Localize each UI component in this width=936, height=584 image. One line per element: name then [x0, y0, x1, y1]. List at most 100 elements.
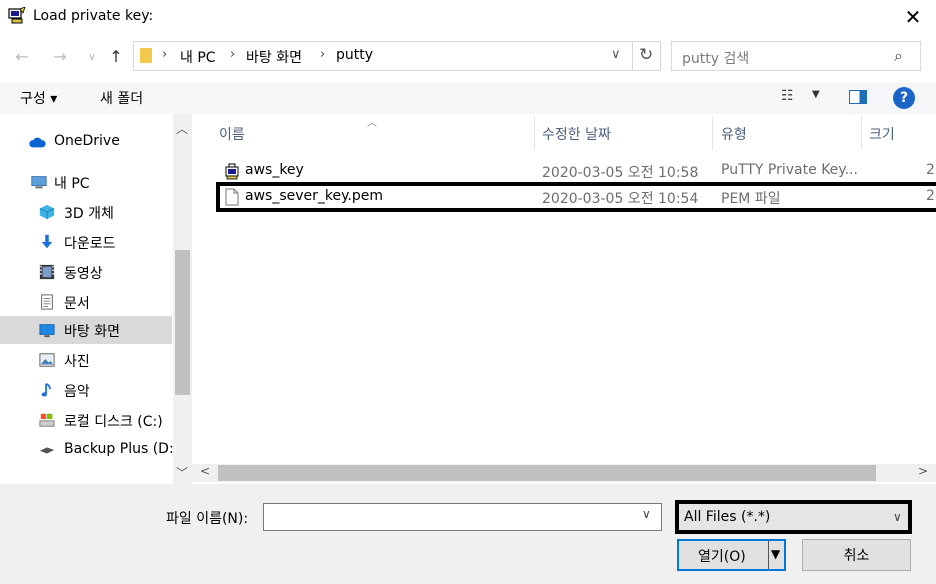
caret-down-icon[interactable]: ▼: [771, 547, 780, 561]
sidebar-item-3d-objects[interactable]: 3D 개체: [0, 198, 172, 226]
arrow-left-icon: ←: [15, 46, 29, 66]
document-icon: [41, 294, 53, 310]
file-name: aws_sever_key.pem: [245, 188, 383, 204]
organize-button[interactable]: 구성 ▾: [20, 88, 57, 108]
cancel-button[interactable]: 취소: [802, 539, 911, 571]
preview-pane-icon[interactable]: [849, 90, 867, 104]
sidebar-item-documents[interactable]: 문서: [0, 288, 172, 316]
caret-down-icon[interactable]: ▼: [812, 89, 820, 100]
close-button[interactable]: ✕: [896, 2, 930, 32]
sidebar-item-label: 동영상: [64, 266, 103, 282]
toolbar: 구성 ▾ 새 폴더 ☷ ▼ ?: [0, 82, 936, 114]
open-button-label: 열기(O): [698, 549, 746, 565]
sidebar-item-label: 문서: [64, 296, 90, 312]
scrollbar-thumb[interactable]: [218, 465, 876, 481]
column-header-size[interactable]: 크기: [869, 124, 895, 144]
breadcrumb-this-pc[interactable]: 내 PC: [180, 47, 216, 67]
breadcrumb-desktop[interactable]: 바탕 화면: [246, 47, 302, 67]
sidebar-item-downloads[interactable]: 다운로드: [0, 228, 172, 256]
breadcrumb-putty[interactable]: putty: [336, 47, 373, 63]
desktop-icon: [39, 324, 55, 338]
putty-key-icon: [225, 163, 239, 180]
sort-ascending-icon: ︿: [367, 118, 377, 129]
filename-field[interactable]: [263, 503, 662, 531]
sidebar-item-label: 음악: [64, 384, 90, 400]
close-icon: ✕: [904, 5, 922, 29]
filter-value: All Files (*.*): [684, 509, 771, 525]
chevron-down-icon[interactable]: ﹀: [176, 464, 188, 481]
search-placeholder: putty 검색: [682, 51, 750, 67]
chevron-left-icon[interactable]: <: [200, 464, 210, 478]
sidebar-item-videos[interactable]: 동영상: [0, 258, 172, 286]
picture-icon: [39, 353, 55, 367]
open-button[interactable]: 열기(O) ▼: [677, 539, 786, 571]
column-header-type[interactable]: 유형: [721, 124, 747, 144]
file-size: 2: [926, 162, 935, 178]
file-list: ︿ 이름 수정한 날짜 유형 크기 aws_key 2020-03-05 오전 …: [192, 114, 936, 464]
sidebar-item-label: Backup Plus (D:): [64, 441, 180, 457]
chevron-down-icon[interactable]: ∨: [611, 47, 621, 62]
dialog-footer: [0, 484, 936, 584]
divider: [768, 541, 769, 569]
sidebar-item-backup-plus[interactable]: Backup Plus (D:): [0, 436, 179, 464]
column-header-date[interactable]: 수정한 날짜: [542, 124, 611, 144]
file-row[interactable]: aws_key 2020-03-05 오전 10:58 PuTTY Privat…: [218, 158, 936, 184]
music-icon: [41, 382, 51, 397]
file-type: PuTTY Private Key...: [721, 162, 858, 178]
sidebar-item-label: 로컬 디스크 (C:): [64, 414, 163, 430]
file-name: aws_key: [245, 162, 304, 178]
sidebar-item-this-pc[interactable]: 내 PC: [0, 168, 172, 196]
folder-icon: [140, 48, 152, 63]
new-folder-button[interactable]: 새 폴더: [100, 88, 143, 108]
navigation-pane: OneDrive 내 PC 3D 개체 다운로드 동영상 문서 바탕 화면 사진…: [0, 114, 192, 484]
filename-label: 파일 이름(N):: [166, 511, 249, 527]
sidebar-item-label: 다운로드: [64, 236, 116, 252]
usb-drive-icon: [39, 447, 55, 454]
file-type: PEM 파일: [721, 191, 781, 207]
column-header-name[interactable]: 이름: [219, 124, 245, 144]
chevron-right-icon[interactable]: >: [918, 464, 928, 478]
search-input[interactable]: putty 검색 ⌕: [671, 41, 921, 71]
column-divider[interactable]: [861, 116, 862, 150]
recent-locations-button[interactable]: ∨: [80, 44, 104, 68]
breadcrumb-separator: ›: [320, 47, 326, 62]
address-bar[interactable]: › 내 PC › 바탕 화면 › putty ∨ ↻: [133, 41, 661, 71]
up-button[interactable]: ↑: [104, 44, 128, 68]
breadcrumb-separator: ›: [230, 47, 236, 62]
breadcrumb-separator: ›: [162, 47, 168, 62]
sidebar-item-desktop[interactable]: 바탕 화면: [0, 316, 172, 344]
pc-icon: [31, 176, 47, 189]
putty-app-icon: [8, 7, 26, 24]
drive-icon: [39, 413, 55, 427]
cube-icon: [39, 204, 55, 220]
column-divider[interactable]: [534, 116, 535, 150]
chevron-down-icon: ∨: [893, 510, 902, 524]
download-icon: [41, 234, 53, 249]
column-divider[interactable]: [712, 116, 713, 150]
scrollbar-thumb[interactable]: [175, 250, 190, 395]
refresh-icon[interactable]: ↻: [639, 45, 653, 65]
sidebar-item-label: 바탕 화면: [64, 324, 120, 340]
sidebar-item-local-disk[interactable]: 로컬 디스크 (C:): [0, 406, 172, 434]
video-icon: [39, 264, 55, 280]
sidebar-item-music[interactable]: 음악: [0, 376, 172, 404]
chevron-down-icon[interactable]: ∨: [642, 507, 651, 521]
sidebar-item-onedrive[interactable]: OneDrive: [0, 128, 172, 156]
file-row[interactable]: aws_sever_key.pem 2020-03-05 오전 10:54 PE…: [216, 182, 936, 212]
back-button[interactable]: ←: [10, 44, 34, 68]
sidebar-item-label: 3D 개체: [64, 206, 114, 222]
help-icon[interactable]: ?: [893, 87, 915, 109]
arrow-right-icon: →: [53, 46, 67, 66]
file-type-filter-select[interactable]: All Files (*.*) ∨: [675, 500, 912, 534]
sidebar-item-label: 사진: [64, 354, 90, 370]
file-icon: [225, 188, 239, 206]
search-icon: ⌕: [894, 46, 903, 65]
chevron-up-icon[interactable]: ︿: [176, 120, 188, 137]
sidebar-item-label: 내 PC: [54, 176, 90, 192]
file-date: 2020-03-05 오전 10:54: [542, 191, 699, 207]
forward-button[interactable]: →: [48, 44, 72, 68]
chevron-down-icon: ∨: [87, 49, 97, 63]
view-options-icon[interactable]: ☷: [781, 88, 794, 104]
file-size: 2: [926, 188, 935, 204]
sidebar-item-pictures[interactable]: 사진: [0, 346, 172, 374]
